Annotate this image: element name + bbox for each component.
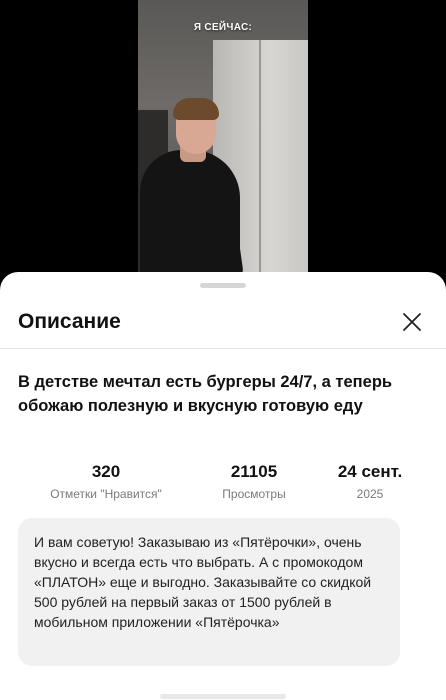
close-icon — [403, 313, 421, 331]
wall-edge — [259, 40, 261, 300]
home-indicator[interactable] — [160, 694, 286, 699]
screen: Я СЕЙЧАС: Описание В детстве мечтал есть… — [0, 0, 446, 700]
person-hair — [173, 98, 219, 120]
publish-date: 24 сент. — [337, 462, 403, 481]
views-count: 21105 — [230, 462, 278, 481]
views-stat: 21105 Просмотры — [196, 462, 312, 502]
description-sheet: Описание В детстве мечтал есть бургеры 2… — [0, 272, 446, 700]
video-caption: Я СЕЙЧАС: — [193, 22, 253, 33]
close-button[interactable] — [398, 308, 426, 336]
likes-label: Отметки "Нравится" — [50, 487, 162, 501]
video-player[interactable]: Я СЕЙЧАС: — [138, 0, 308, 300]
likes-count: 320 — [91, 462, 121, 481]
sheet-title: Описание — [18, 310, 121, 333]
sheet-grabber[interactable] — [200, 283, 246, 288]
publish-year: 2025 — [356, 487, 384, 501]
date-stat: 24 сент. 2025 — [322, 462, 418, 502]
stats-row: 320 Отметки "Нравится" 21105 Просмотры 2… — [0, 462, 446, 506]
views-label: Просмотры — [222, 487, 286, 501]
promo-text-box: И вам советую! Заказываю из «Пятёрочки»,… — [18, 518, 400, 666]
promo-text: И вам советую! Заказываю из «Пятёрочки»,… — [34, 534, 372, 630]
likes-stat: 320 Отметки "Нравится" — [18, 462, 194, 502]
header-divider — [0, 348, 446, 349]
description-headline: В детстве мечтал есть бургеры 24/7, а те… — [18, 373, 393, 415]
